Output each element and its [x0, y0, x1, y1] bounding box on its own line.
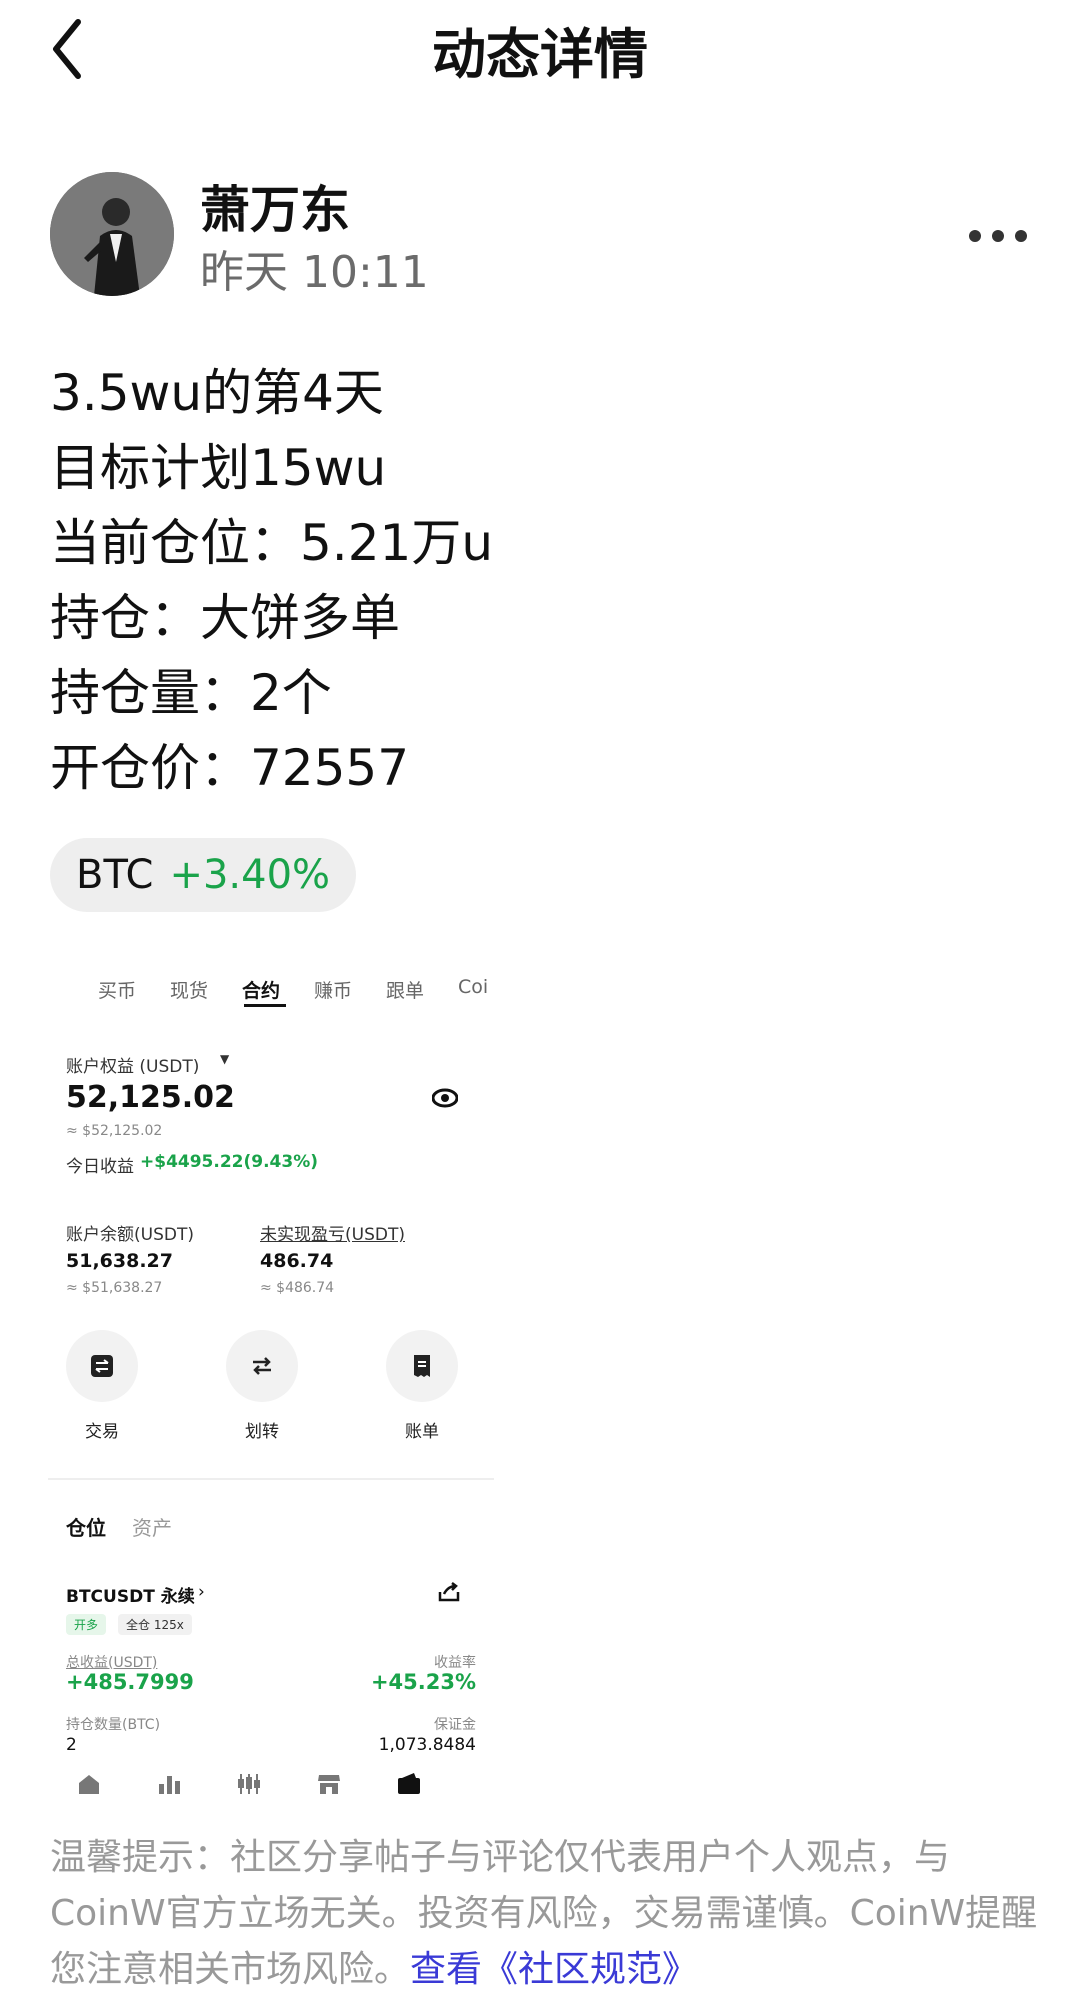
- community-rules-link[interactable]: 查看《社区规范》: [410, 1949, 698, 1990]
- transfer-icon: [226, 1330, 298, 1402]
- total-pnl-label: 总收益(USDT): [66, 1655, 158, 1671]
- ticker-symbol: BTC: [76, 852, 154, 898]
- total-pnl-value: +485.7999: [66, 1670, 194, 1694]
- post-line: 当前仓位：5.21万u: [50, 514, 494, 572]
- qty-value: 2: [66, 1735, 77, 1755]
- post-line: 目标计划15wu: [50, 439, 387, 497]
- balance-label: 账户余额(USDT): [66, 1225, 194, 1245]
- position-pair: BTCUSDT 永续: [66, 1587, 195, 1607]
- post-line: 持仓量：2个: [50, 664, 332, 722]
- bill-icon: [386, 1330, 458, 1402]
- post-line: 3.5wu的第4天: [50, 364, 384, 422]
- shot-tab: Coi: [458, 976, 489, 998]
- trade-icon: [66, 1330, 138, 1402]
- margin-value: 1,073.8484: [378, 1735, 476, 1755]
- tab-underline: [244, 1004, 286, 1007]
- today-pnl-value: +$4495.22(9.43%): [140, 1152, 319, 1172]
- side-badge: 开多: [66, 1614, 107, 1635]
- divider: [48, 1478, 494, 1480]
- positions-tab: 仓位: [66, 1516, 106, 1540]
- store-icon: [316, 1772, 342, 1800]
- qty-label: 持仓数量(BTC): [66, 1717, 161, 1733]
- transfer-label: 划转: [245, 1422, 279, 1442]
- shot-tab: 赚币: [314, 980, 353, 1002]
- caret-down-icon: ▼: [220, 1052, 230, 1066]
- post-image[interactable]: 买币 现货 合约 赚币 跟单 Coi 账户权益 (USDT) ▼ 52,125.…: [48, 940, 494, 1820]
- balance-value: 51,638.27: [66, 1250, 173, 1272]
- post-time: 昨天 10:11: [200, 247, 429, 298]
- post-line: 开仓价：72557: [50, 739, 410, 797]
- roi-value: +45.23%: [370, 1670, 476, 1694]
- trade-label: 交易: [85, 1422, 119, 1442]
- post-line: 持仓：大饼多单: [50, 589, 400, 647]
- chevron-right-icon: ›: [198, 1582, 205, 1602]
- shot-tab: 现货: [170, 980, 209, 1002]
- ticker-tag[interactable]: BTC +3.40%: [50, 838, 357, 912]
- wallet-icon: [396, 1772, 422, 1800]
- bar-chart-icon: [156, 1772, 182, 1800]
- shot-tab: 跟单: [386, 980, 425, 1002]
- margin-label: 保证金: [434, 1717, 476, 1733]
- equity-value: 52,125.02: [66, 1080, 235, 1115]
- equity-label: 账户权益 (USDT): [66, 1057, 200, 1077]
- home-icon: [76, 1772, 102, 1800]
- shot-tab-active: 合约: [242, 980, 281, 1002]
- unrealized-usd: ≈ $486.74: [260, 1280, 335, 1296]
- avatar[interactable]: [50, 172, 174, 296]
- share-icon: [438, 1582, 460, 1606]
- bill-label: 账单: [405, 1422, 439, 1442]
- post-content: 3.5wu的第4天 目标计划15wu 当前仓位：5.21万u 持仓：大饼多单 持…: [50, 356, 493, 806]
- unrealized-value: 486.74: [260, 1250, 334, 1272]
- margin-badge: 全仓 125x: [118, 1614, 192, 1635]
- candlestick-icon: [236, 1772, 262, 1800]
- equity-usd: ≈ $52,125.02: [66, 1123, 163, 1139]
- shot-tab: 买币: [98, 980, 137, 1002]
- today-pnl-label: 今日收益: [66, 1157, 134, 1177]
- risk-disclaimer: 温馨提示：社区分享帖子与评论仅代表用户个人观点，与CoinW官方立场无关。投资有…: [50, 1830, 1040, 1998]
- assets-tab: 资产: [132, 1516, 172, 1540]
- more-icon[interactable]: [968, 228, 1028, 242]
- roi-label: 收益率: [434, 1655, 476, 1671]
- balance-usd: ≈ $51,638.27: [66, 1280, 163, 1296]
- ticker-change: +3.40%: [169, 852, 331, 898]
- author-name[interactable]: 萧万东: [200, 170, 350, 242]
- page-title: 动态详情: [432, 23, 648, 86]
- eye-icon: [431, 1088, 459, 1112]
- unrealized-label: 未实现盈亏(USDT): [260, 1225, 405, 1245]
